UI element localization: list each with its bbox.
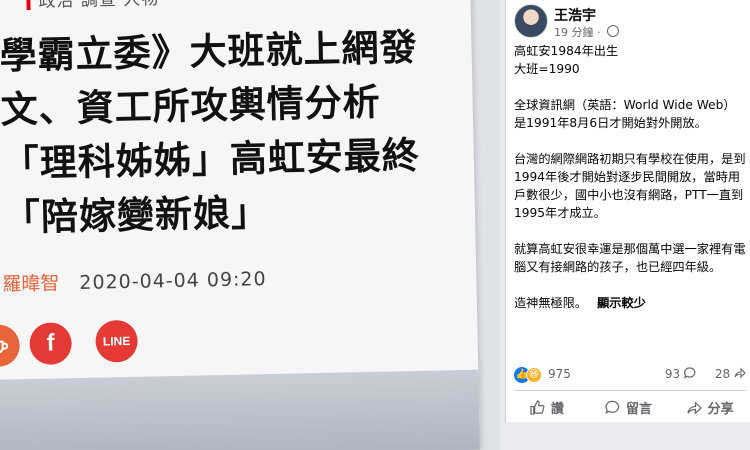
share-count[interactable]: 28 <box>715 367 746 381</box>
reaction-count[interactable]: 975 <box>548 367 571 381</box>
comment-count-value: 93 <box>664 367 681 381</box>
comment-bubble-icon <box>683 367 696 379</box>
article-date: 2020-04-04 09:20 <box>79 268 267 294</box>
post-line: 高虹安1984年出生 <box>514 44 619 58</box>
post-header: 王浩宇 19 分鐘 · <box>514 4 744 40</box>
thumbs-up-icon <box>530 399 545 415</box>
post-paragraph: 台灣的網際網路初期只有學校在使用，是到1994年後才開始對逐步民間開放，當時用戶… <box>514 152 746 220</box>
post-line: 造神無極限。 <box>514 296 588 310</box>
article-author[interactable]: 羅暐智 <box>2 272 59 295</box>
headline-line: 學霸立委》大班就上網發 <box>0 25 418 78</box>
article-category[interactable]: 政治 調查 人物 <box>26 0 159 12</box>
post-paragraph-last: 造神無極限。 顯示較少 <box>514 294 746 312</box>
facebook-share-button[interactable]: f <box>29 322 73 366</box>
share-icon <box>687 400 702 415</box>
facebook-post: 王浩宇 19 分鐘 · 高虹安1984年出生 大班=1990 全球資訊網（英語：… <box>505 0 750 422</box>
post-paragraph: 就算高虹安很幸運是那個萬中選一家裡有電腦又有接網路的孩子，也已經四年級。 <box>514 242 746 274</box>
cup-icon <box>0 340 9 354</box>
article-card: 政治 調查 人物 學霸立委》大班就上網發 文、資工所攻輿情分析 「理科姊姊」高虹… <box>0 0 480 450</box>
comment-count[interactable]: 93 <box>665 367 696 381</box>
see-less-link[interactable]: 顯示較少 <box>597 296 646 310</box>
avatar[interactable] <box>514 4 548 38</box>
globe-icon <box>607 25 619 37</box>
cup-share-button[interactable] <box>0 324 21 368</box>
reaction-icons[interactable]: 👍😆 <box>514 367 542 383</box>
post-line: 大班=1990 <box>514 62 580 76</box>
comment-icon <box>605 400 620 414</box>
line-icon: LINE <box>102 333 131 349</box>
post-time[interactable]: 19 分鐘 <box>554 26 594 39</box>
comment-label: 留言 <box>626 401 653 417</box>
category-bar <box>26 0 31 11</box>
like-label: 讚 <box>550 401 564 417</box>
post-paragraph: 高虹安1984年出生 大班=1990 <box>514 42 746 78</box>
headline-line: 文、資工所攻輿情分析 <box>0 80 382 132</box>
like-button[interactable]: 讚 <box>506 392 588 422</box>
share-count-value: 28 <box>714 367 731 381</box>
line-share-button[interactable]: LINE <box>95 319 139 363</box>
article-byline: 羅暐智 2020-04-04 09:20 <box>2 264 267 297</box>
category-text: 政治 調查 人物 <box>38 0 160 12</box>
article-headline: 學霸立委》大班就上網發 文、資工所攻輿情分析 「理科姊姊」高虹安最終 「陪嫁變新… <box>0 20 473 246</box>
post-author-name[interactable]: 王浩宇 <box>554 5 596 25</box>
post-paragraph: 全球資訊網（英語：World Wide Web）是1991年8月6日才開始對外開… <box>514 98 736 130</box>
facebook-icon: f <box>46 329 55 357</box>
post-meta: 19 分鐘 · <box>554 24 619 40</box>
article-photo <box>0 369 480 450</box>
reactions-bar: 👍😆 975 93 28 <box>514 366 746 386</box>
headline-line: 「陪嫁變新娘」 <box>2 191 270 240</box>
article-screenshot: 政治 調查 人物 學霸立委》大班就上網發 文、資工所攻輿情分析 「理科姊姊」高虹… <box>0 0 500 450</box>
meta-separator: · <box>597 26 601 39</box>
share-arrow-icon <box>734 367 746 379</box>
actions-divider <box>514 390 746 391</box>
comment-button[interactable]: 留言 <box>588 392 670 422</box>
headline-line: 「理科姊姊」高虹安最終 <box>1 133 421 186</box>
post-actions: 讚 留言 分享 <box>506 392 750 422</box>
haha-reaction-icon: 😆 <box>526 367 542 383</box>
share-label: 分享 <box>707 401 734 417</box>
share-button[interactable]: 分享 <box>669 392 750 422</box>
post-body: 高虹安1984年出生 大班=1990 全球資訊網（英語：World Wide W… <box>514 42 746 312</box>
